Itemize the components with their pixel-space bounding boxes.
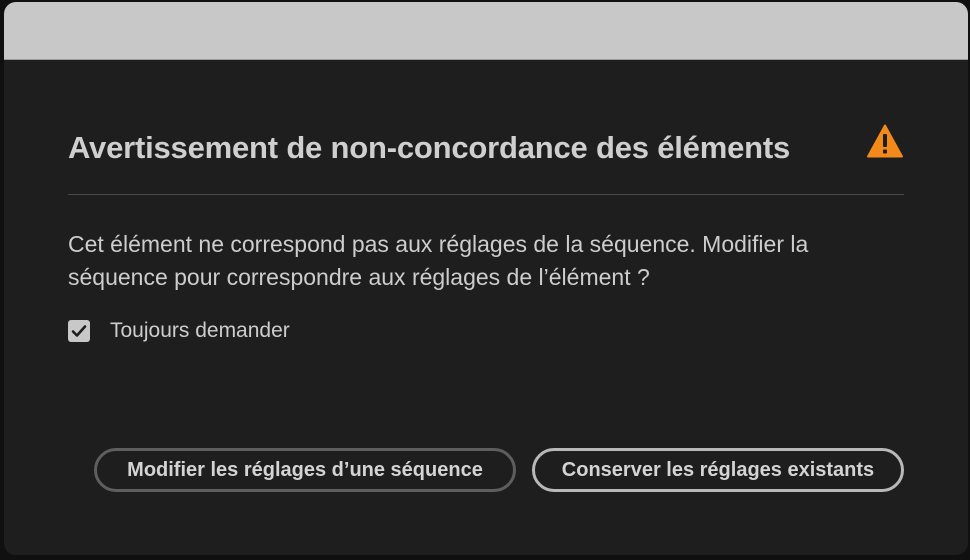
change-sequence-settings-button[interactable]: Modifier les réglages d’une séquence [94, 448, 516, 492]
dialog-title: Avertissement de non-concordance des élé… [68, 130, 791, 165]
title-divider [68, 194, 904, 195]
checkmark-icon [71, 325, 87, 337]
always-ask-checkbox-row[interactable]: Toujours demander [68, 319, 290, 343]
warning-triangle-icon [867, 124, 903, 158]
keep-existing-settings-button[interactable]: Conserver les réglages existants [532, 448, 904, 492]
dialog-titlebar[interactable] [4, 2, 968, 60]
dialog-message: Cet élément ne correspond pas aux réglag… [68, 231, 809, 290]
always-ask-label: Toujours demander [110, 319, 290, 342]
always-ask-checkbox[interactable] [68, 320, 90, 342]
dialog-content: Avertissement de non-concordance des élé… [4, 60, 968, 555]
mismatch-dialog: Avertissement de non-concordance des élé… [4, 2, 968, 555]
